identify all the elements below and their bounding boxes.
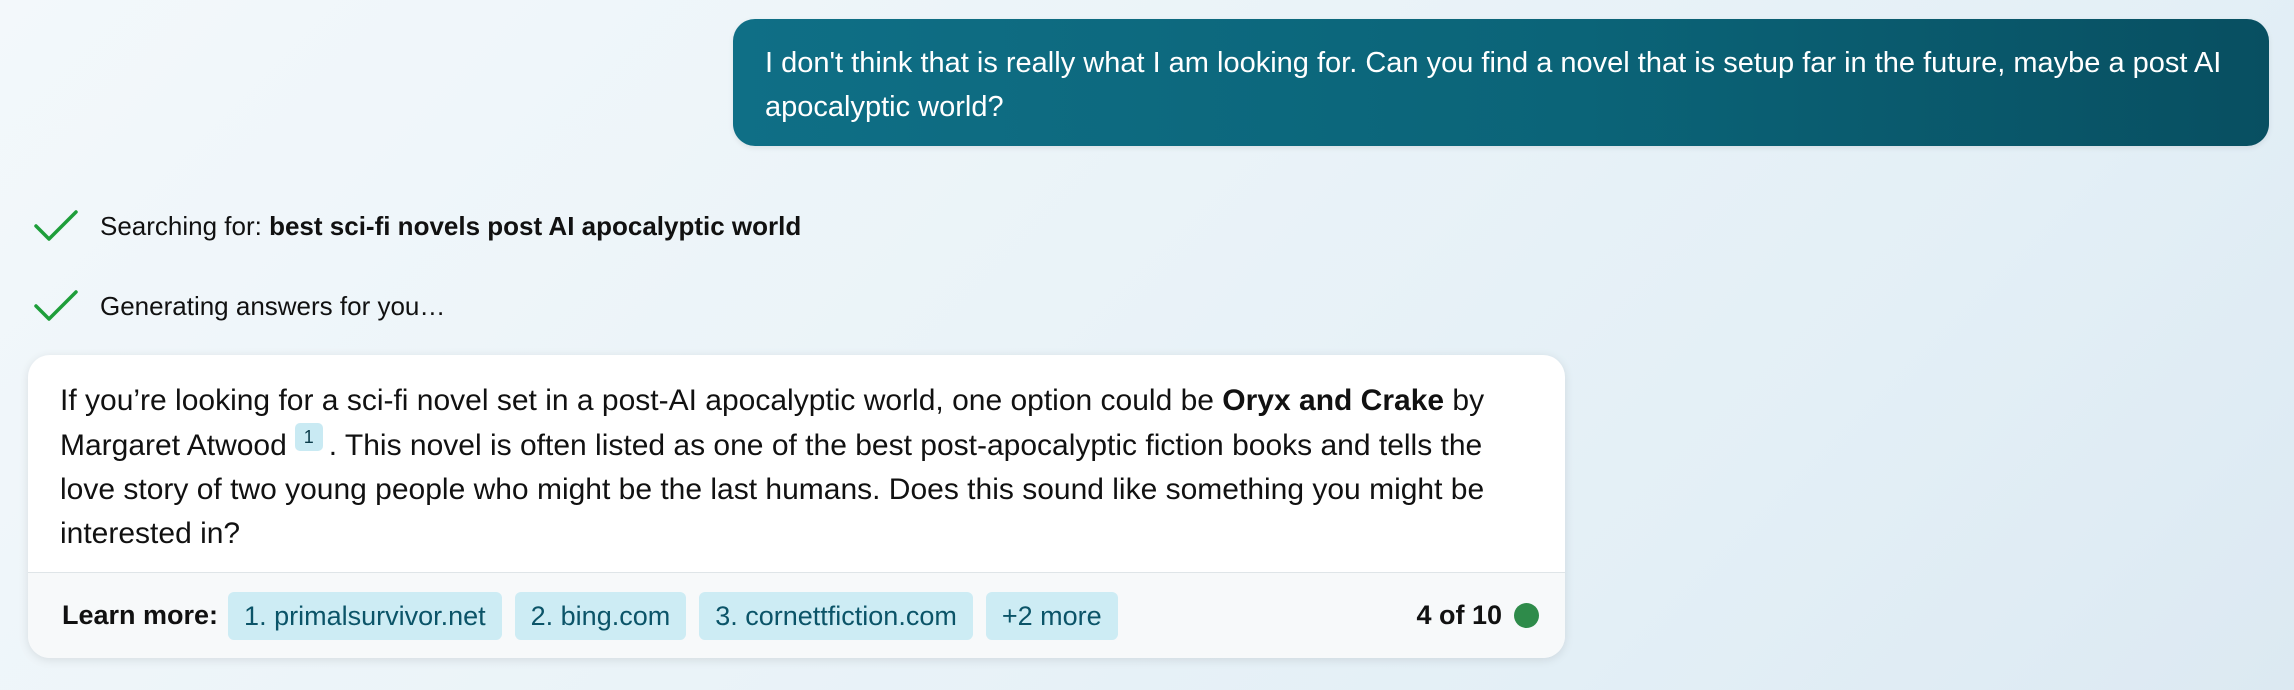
more-sources-button[interactable]: +2 more [985,591,1118,640]
search-status-label: Searching for: [100,211,270,241]
learn-more-label: Learn more: [62,600,219,630]
status-dot-icon [1514,603,1539,628]
citation-badge[interactable]: 1 [294,423,323,451]
answer-text: If you’re looking for a sci-fi novel set… [28,355,1565,572]
source-link-bing[interactable]: 2. bing.com [514,591,687,640]
learn-more-bar: Learn more: 1. primalsurvivor.net 2. bin… [28,573,1565,658]
source-link-primalsurvivor[interactable]: 1. primalsurvivor.net [228,591,502,640]
checkmark-icon [34,290,78,321]
source-link-cornettfiction[interactable]: 3. cornettfiction.com [699,591,973,640]
turn-counter: 4 of 10 [1416,573,1539,658]
answer-book-title: Oryx and Crake [1222,384,1445,417]
search-query: best sci-fi novels post AI apocalyptic w… [269,211,802,241]
answer-text-part1: If you’re looking for a sci-fi novel set… [60,384,1223,417]
answer-card: If you’re looking for a sci-fi novel set… [28,355,1565,658]
turn-counter-text: 4 of 10 [1416,600,1502,630]
generating-status-row: Generating answers for you… [32,284,445,328]
user-message-bubble: I don't think that is really what I am l… [733,19,2269,146]
user-message-text: I don't think that is really what I am l… [765,47,2222,123]
generating-status-label: Generating answers for you… [100,291,446,321]
search-status-row: Searching for: best sci-fi novels post A… [32,204,801,248]
checkmark-icon [34,210,78,241]
